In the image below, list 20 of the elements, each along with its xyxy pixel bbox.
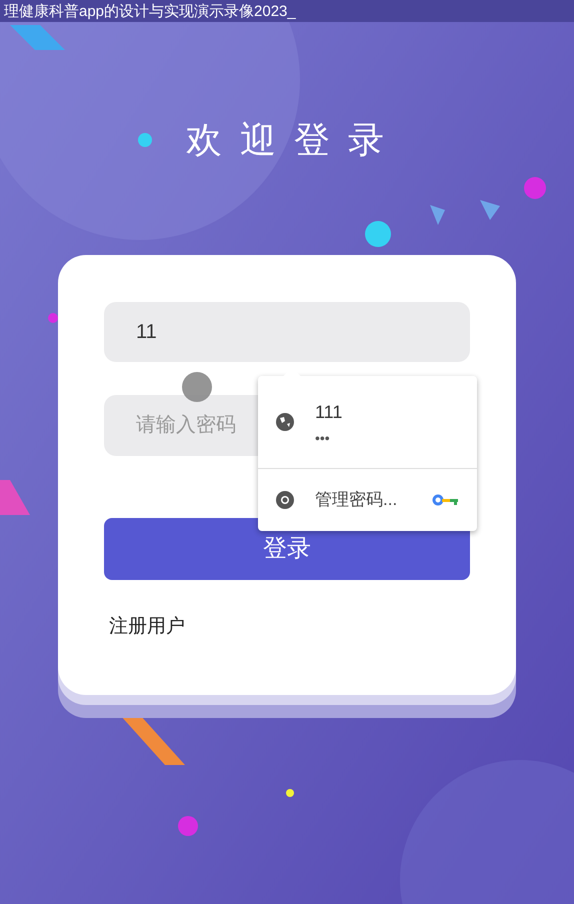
register-link[interactable]: 注册用户 (109, 613, 185, 642)
bird-shape (430, 205, 445, 225)
saved-password: ••• (315, 430, 331, 446)
manage-passwords-label: 管理密码... (315, 489, 398, 512)
video-title: 理健康科普app的设计与实现演示录像2023_ (4, 2, 296, 22)
saved-username: 111 (315, 400, 342, 424)
welcome-heading: 欢 迎 登 录 (186, 118, 388, 162)
bird-shape (480, 200, 500, 220)
decor-dot (48, 313, 58, 323)
decor-dot (286, 789, 294, 797)
decor-dot (524, 177, 546, 199)
saved-credential-item[interactable]: 111 ••• (258, 376, 477, 469)
key-icon (432, 494, 460, 506)
decor-dot (178, 816, 198, 836)
ribbon-shape (10, 25, 65, 50)
username-field[interactable]: 11 (104, 302, 470, 362)
decor-dot (138, 133, 152, 147)
ribbon-shape (0, 480, 30, 515)
ribbon-shape (120, 715, 185, 765)
decor-dot (365, 221, 391, 247)
